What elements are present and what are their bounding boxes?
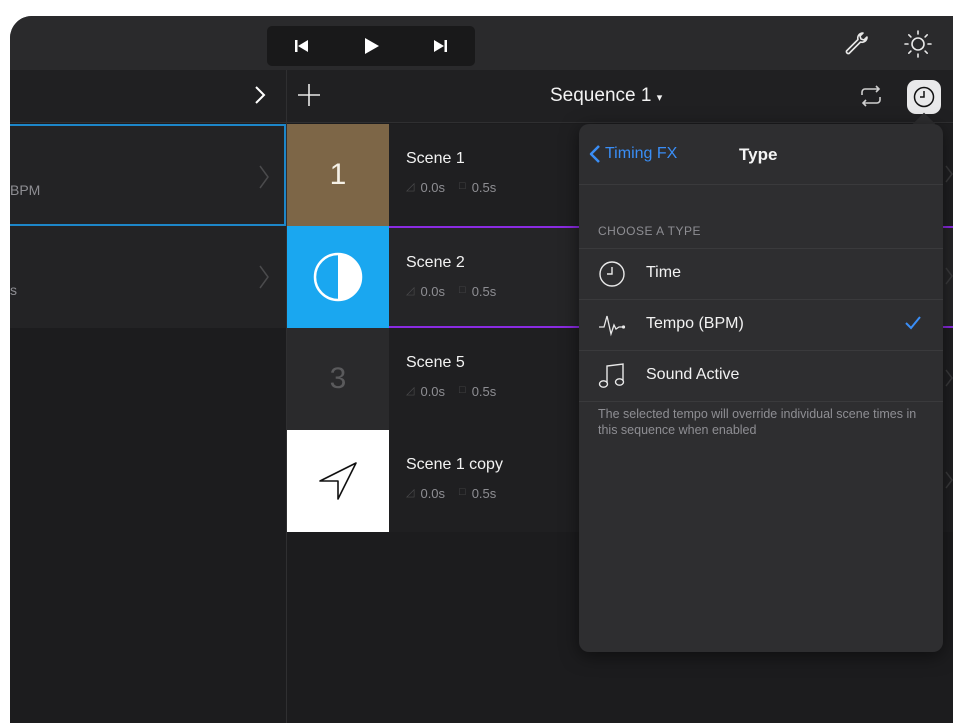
sequence-title: Sequence 1 xyxy=(550,85,652,106)
clock-icon xyxy=(913,86,935,108)
scene-meta: ◿ 0.0s □ 0.5s xyxy=(406,284,496,299)
scene-duration: 0.5s xyxy=(471,384,497,399)
scene-thumbnail: 3 xyxy=(287,328,389,430)
navigation-arrow-icon xyxy=(319,462,357,500)
chevron-right-icon xyxy=(255,86,266,104)
option-label: Time xyxy=(646,264,681,281)
fade-icon: ◿ xyxy=(406,181,415,193)
expand-button[interactable] xyxy=(253,84,267,111)
loop-button[interactable] xyxy=(856,84,886,108)
sequence-title-dropdown[interactable]: Sequence 1 ▾ xyxy=(550,85,662,107)
scene-number: 3 xyxy=(329,362,347,395)
scene-number: 1 xyxy=(329,158,347,191)
brightness-button[interactable] xyxy=(902,28,934,60)
option-label: Tempo (BPM) xyxy=(646,315,744,332)
wrench-icon xyxy=(845,32,868,55)
fade-icon: ◿ xyxy=(406,285,415,297)
duration-icon: □ xyxy=(459,486,466,498)
scene-fade: 0.0s xyxy=(420,180,446,195)
left-list-item[interactable]: s xyxy=(10,226,286,328)
scene-meta: ◿ 0.0s □ 0.5s xyxy=(406,384,496,399)
clock-icon xyxy=(599,261,625,287)
top-toolbar xyxy=(10,16,953,70)
left-item-subtitle: BPM xyxy=(10,182,41,198)
option-time[interactable]: Time xyxy=(579,248,943,299)
scene-meta: ◿ 0.0s □ 0.5s xyxy=(406,486,496,501)
next-icon xyxy=(434,40,448,52)
scene-thumbnail xyxy=(287,430,389,532)
chevron-right-icon xyxy=(945,471,953,489)
duration-icon: □ xyxy=(459,384,466,396)
plus-icon xyxy=(298,84,320,106)
fade-icon: ◿ xyxy=(406,487,415,499)
next-button[interactable] xyxy=(406,26,475,66)
chevron-left-icon xyxy=(589,145,600,163)
left-list-item[interactable]: BPM xyxy=(10,124,286,226)
back-label: Timing FX xyxy=(605,145,678,162)
chevron-right-icon xyxy=(259,265,269,289)
tempo-note: The selected tempo will override individ… xyxy=(598,407,917,437)
scene-duration: 0.5s xyxy=(471,284,497,299)
scene-name: Scene 5 xyxy=(406,354,465,371)
loop-icon xyxy=(861,85,881,107)
scene-fade: 0.0s xyxy=(420,486,446,501)
add-scene-button[interactable] xyxy=(294,80,324,110)
previous-icon xyxy=(294,40,308,52)
previous-button[interactable] xyxy=(267,26,336,66)
chevron-right-icon xyxy=(945,369,953,387)
popover-title: Type xyxy=(739,145,778,164)
chevron-right-icon xyxy=(945,165,953,183)
option-sound-active[interactable]: Sound Active xyxy=(579,350,943,402)
scene-duration: 0.5s xyxy=(471,180,497,195)
duration-icon: □ xyxy=(459,180,466,192)
left-item-subtitle: s xyxy=(10,282,17,298)
scene-name: Scene 1 xyxy=(406,150,465,167)
scene-fade: 0.0s xyxy=(420,384,446,399)
scene-fade: 0.0s xyxy=(420,284,446,299)
scene-duration: 0.5s xyxy=(471,486,497,501)
popover-header: Timing FX Type xyxy=(579,124,943,185)
section-header: CHOOSE A TYPE xyxy=(598,224,701,238)
option-tempo[interactable]: Tempo (BPM) xyxy=(579,299,943,350)
sequence-header: Sequence 1 ▾ xyxy=(10,70,953,123)
scene-thumbnail xyxy=(287,226,389,328)
scene-name: Scene 2 xyxy=(406,254,465,271)
chevron-right-icon xyxy=(259,165,269,189)
timing-button[interactable] xyxy=(907,80,941,114)
caret-down-icon: ▾ xyxy=(656,92,663,104)
duration-icon: □ xyxy=(459,284,466,296)
contrast-icon xyxy=(313,252,363,302)
checkmark-icon xyxy=(905,316,921,330)
scene-meta: ◿ 0.0s □ 0.5s xyxy=(406,180,496,195)
app-window: Sequence 1 ▾ BPM s 1 Scene 1 ◿ 0.0s □ 0.… xyxy=(10,16,953,723)
fade-icon: ◿ xyxy=(406,385,415,397)
brightness-icon xyxy=(904,30,932,58)
pulse-icon xyxy=(599,315,626,337)
transport-controls xyxy=(267,26,475,66)
timing-type-popover: Timing FX Type CHOOSE A TYPE Time Tempo xyxy=(579,124,943,652)
play-icon xyxy=(364,38,379,54)
scene-name: Scene 1 copy xyxy=(406,456,503,473)
music-note-icon xyxy=(598,363,625,388)
play-button[interactable] xyxy=(336,26,405,66)
back-button[interactable]: Timing FX xyxy=(589,144,677,164)
chevron-right-icon xyxy=(945,267,953,285)
option-label: Sound Active xyxy=(646,366,740,383)
settings-button[interactable] xyxy=(840,28,872,60)
scene-thumbnail: 1 xyxy=(287,124,389,226)
